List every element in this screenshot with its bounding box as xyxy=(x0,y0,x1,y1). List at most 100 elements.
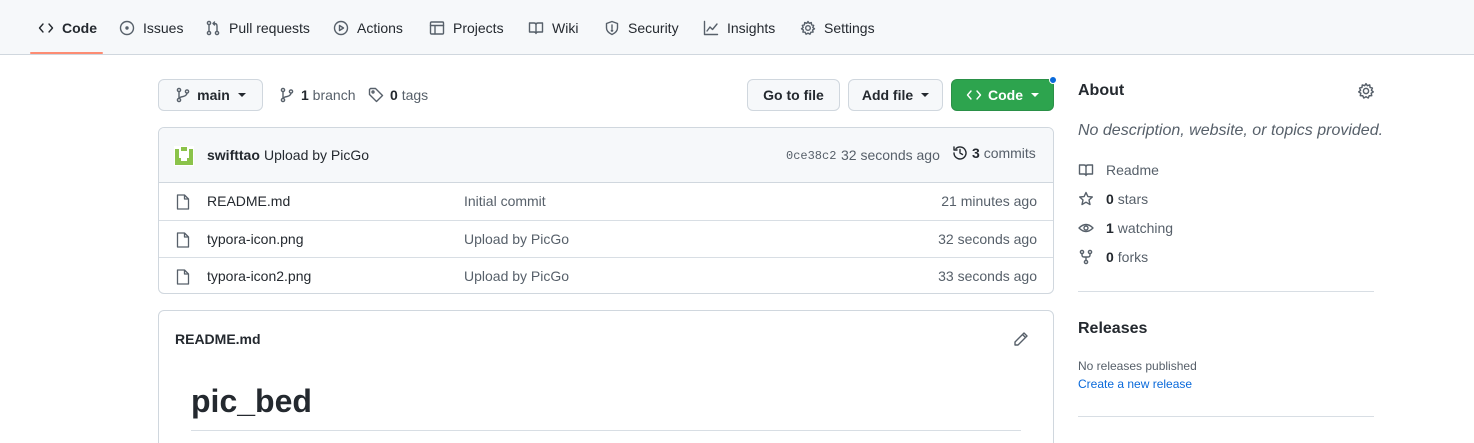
play-icon xyxy=(333,20,349,35)
file-row[interactable]: README.md Initial commit 21 minutes ago xyxy=(159,183,1053,220)
stars-count: 0 xyxy=(1106,191,1114,207)
pencil-icon[interactable] xyxy=(1013,331,1029,347)
branches-link[interactable]: 1 branch xyxy=(279,79,356,111)
tab-security-label: Security xyxy=(628,19,679,36)
branch-count-label: branch xyxy=(308,87,356,103)
tab-wiki[interactable]: Wiki xyxy=(528,0,578,55)
fork-icon xyxy=(1079,249,1093,265)
tag-count-label: tags xyxy=(401,87,429,103)
commit-sha[interactable]: 0ce38c2 xyxy=(786,149,836,163)
tab-issues[interactable]: Issues xyxy=(119,0,183,55)
watching-count: 1 xyxy=(1106,220,1114,236)
tab-actions-label: Actions xyxy=(357,19,403,36)
file-commit-time: 33 seconds ago xyxy=(938,268,1037,284)
tag-count: 0 xyxy=(390,87,398,103)
chevron-down-icon xyxy=(1031,93,1039,97)
branch-count: 1 xyxy=(301,87,309,103)
branch-name: main xyxy=(197,87,230,103)
about-title: About xyxy=(1078,82,1125,99)
create-release-link[interactable]: Create a new release xyxy=(1078,377,1192,391)
tab-pull-requests[interactable]: Pull requests xyxy=(205,0,310,55)
tab-code[interactable]: Code xyxy=(38,0,97,55)
notification-dot xyxy=(1049,76,1057,84)
file-name[interactable]: typora-icon2.png xyxy=(207,268,311,284)
repo-nav: Code Issues Pull requests Actions Projec… xyxy=(0,0,1474,55)
readme-box: README.md pic_bed xyxy=(158,310,1054,443)
tab-settings-label: Settings xyxy=(824,19,875,36)
about-description: No description, website, or topics provi… xyxy=(1078,122,1384,139)
avatar[interactable] xyxy=(174,146,194,166)
table-icon xyxy=(429,20,445,35)
pull-request-icon xyxy=(206,20,220,35)
go-to-file-label: Go to file xyxy=(763,87,824,103)
forks-label: forks xyxy=(1117,249,1149,265)
tab-code-label: Code xyxy=(62,19,97,36)
file-commit-message[interactable]: Upload by PicGo xyxy=(464,268,569,284)
code-button-label: Code xyxy=(988,87,1023,103)
commit-count-label: commits xyxy=(983,145,1036,161)
file-row[interactable]: typora-icon2.png Upload by PicGo 33 seco… xyxy=(159,257,1053,293)
gear-icon xyxy=(800,20,816,35)
tab-pull-requests-label: Pull requests xyxy=(229,19,310,36)
code-icon xyxy=(38,22,54,33)
tab-actions[interactable]: Actions xyxy=(333,0,403,55)
issue-icon xyxy=(119,20,135,35)
file-icon xyxy=(176,269,190,285)
sidebar-divider xyxy=(1078,416,1374,417)
branch-icon xyxy=(176,87,190,103)
tab-wiki-label: Wiki xyxy=(552,19,579,36)
shield-icon xyxy=(605,20,619,35)
commit-time: 32 seconds ago xyxy=(841,147,940,163)
tab-insights-label: Insights xyxy=(727,19,776,36)
watching-link[interactable]: 1 watching xyxy=(1078,218,1173,238)
file-name[interactable]: README.md xyxy=(207,193,290,209)
forks-link[interactable]: 0 forks xyxy=(1078,247,1148,267)
go-to-file-button[interactable]: Go to file xyxy=(747,79,840,111)
tag-icon xyxy=(368,87,384,103)
commit-message[interactable]: Upload by PicGo xyxy=(264,147,369,163)
add-file-label: Add file xyxy=(861,87,914,103)
readme-link[interactable]: Readme xyxy=(1078,160,1159,180)
add-file-button[interactable]: Add file xyxy=(848,79,943,111)
branch-selector-button[interactable]: main xyxy=(158,79,263,111)
file-commit-time: 32 seconds ago xyxy=(938,231,1037,247)
book-icon xyxy=(1078,164,1094,177)
chevron-down-icon xyxy=(921,93,930,97)
tab-settings[interactable]: Settings xyxy=(800,0,875,55)
file-list-box: swifttao Upload by PicGo 0ce38c2 32 seco… xyxy=(158,127,1054,294)
commits-link[interactable]: 3 commits xyxy=(952,145,1036,161)
file-name[interactable]: typora-icon.png xyxy=(207,231,304,247)
branch-icon xyxy=(280,87,294,103)
history-icon xyxy=(953,146,967,160)
commit-count: 3 xyxy=(972,145,980,161)
forks-count: 0 xyxy=(1106,249,1114,265)
readme-link-label: Readme xyxy=(1106,162,1159,178)
sidebar-divider xyxy=(1078,291,1374,292)
readme-heading: pic_bed xyxy=(191,383,312,419)
code-button[interactable]: Code xyxy=(951,79,1054,111)
eye-icon xyxy=(1078,223,1094,233)
tab-projects[interactable]: Projects xyxy=(429,0,504,55)
stars-link[interactable]: 0 stars xyxy=(1078,189,1148,209)
file-commit-message[interactable]: Initial commit xyxy=(464,193,546,209)
file-commit-message[interactable]: Upload by PicGo xyxy=(464,231,569,247)
file-icon xyxy=(176,194,190,210)
tab-projects-label: Projects xyxy=(453,19,504,36)
readme-heading-rule xyxy=(191,430,1021,431)
code-icon xyxy=(966,90,982,100)
no-releases-text: No releases published xyxy=(1078,359,1197,373)
gear-icon[interactable] xyxy=(1357,82,1375,100)
file-row[interactable]: typora-icon.png Upload by PicGo 32 secon… xyxy=(159,220,1053,257)
stars-label: stars xyxy=(1117,191,1149,207)
file-commit-time: 21 minutes ago xyxy=(941,193,1037,209)
tags-link[interactable]: 0 tags xyxy=(368,79,428,111)
tab-insights[interactable]: Insights xyxy=(703,0,775,55)
tab-security[interactable]: Security xyxy=(604,0,679,55)
releases-title: Releases xyxy=(1078,320,1148,337)
file-icon xyxy=(176,232,190,248)
readme-filename: README.md xyxy=(175,331,261,347)
commit-author[interactable]: swifttao xyxy=(207,147,260,163)
watching-label: watching xyxy=(1117,220,1174,236)
tab-issues-label: Issues xyxy=(143,19,184,36)
book-icon xyxy=(528,21,544,34)
